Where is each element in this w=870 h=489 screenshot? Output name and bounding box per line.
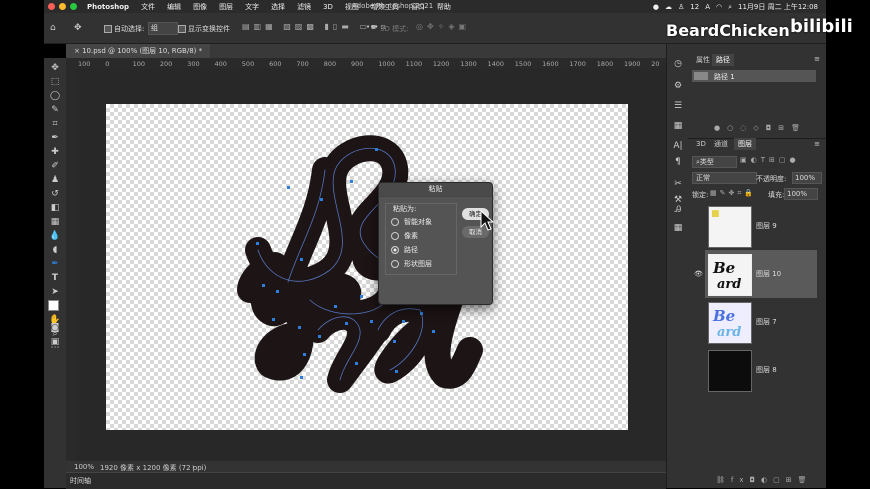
fill-input[interactable]: 100%	[784, 188, 818, 200]
layer-row-7[interactable]: Be ard 图层 7	[705, 298, 817, 346]
path-label: 路径	[404, 246, 418, 254]
layer-filter-value: 类型	[699, 158, 714, 166]
path-name: 路径 1	[714, 73, 735, 81]
layer-panel-actions[interactable]: ⛓fx◘◐▢⊞🗑	[716, 476, 813, 484]
svg-text:ard: ard	[717, 325, 741, 340]
tab-channels[interactable]: 通道	[710, 138, 732, 150]
pixels-radio[interactable]	[391, 232, 399, 240]
layer-7-thumb-art: Beard	[712, 307, 741, 340]
tab-3d[interactable]: 3D	[692, 138, 710, 150]
svg-text:Be: Be	[712, 259, 735, 277]
character-panel-icon[interactable]: A|	[672, 140, 684, 152]
lock-label: 锁定:	[692, 191, 709, 199]
dialog-title: 粘贴	[379, 183, 492, 197]
layer-row-10[interactable]: Be ard 图层 10	[705, 250, 817, 298]
tab-properties[interactable]: 属性	[692, 54, 714, 66]
timeline-panel: 时间轴	[66, 472, 666, 489]
table-panel-icon[interactable]: ▦	[672, 222, 684, 234]
layer-7-name: 图层 7	[756, 318, 777, 326]
layers-menu-icon[interactable]: ≡	[814, 140, 820, 148]
watermark-text: BeardChicken	[666, 21, 790, 40]
paths-panel: 属性 路径 ≡ 路径 1 ●○◌◇◘⊞🗑	[688, 44, 826, 139]
smart-object-radio[interactable]	[391, 218, 399, 226]
svg-text:Be: Be	[712, 307, 735, 325]
layer-10-thumbnail: Be ard	[708, 254, 752, 296]
smart-object-label: 智能对象	[404, 218, 432, 226]
layer-filter-icons[interactable]: ▣◐T⊞▢●	[740, 156, 800, 164]
zoom-level[interactable]: 100%	[74, 463, 94, 471]
bilibili-logo: bilibili	[790, 16, 853, 37]
fill-label: 填充:	[768, 191, 785, 199]
opacity-label: 不透明度:	[756, 175, 787, 183]
layer-8-thumbnail	[708, 350, 752, 392]
layer-10-thumb-art: Beard	[712, 259, 741, 292]
shape-layer-radio[interactable]	[391, 260, 399, 268]
paragraph-panel-icon[interactable]: ¶	[672, 156, 684, 168]
blend-mode-dropdown[interactable]: 正常	[692, 172, 757, 184]
layer-7-thumbnail: Be ard	[708, 302, 752, 344]
layer-filter-dropdown[interactable]: ⌕类型	[692, 156, 737, 168]
layer-row-8[interactable]: 图层 8	[705, 346, 817, 394]
tab-paths[interactable]: 路径	[712, 54, 734, 66]
layer-comps-icon[interactable]: ▦	[672, 120, 684, 132]
paste-as-label: 粘贴为:	[391, 204, 419, 214]
path-thumbnail	[694, 72, 708, 80]
layer-row-9[interactable]: ■ 图层 9	[705, 202, 817, 250]
option-pixels[interactable]: 像素	[391, 231, 418, 241]
glyphs-panel-icon[interactable]: Ꭿ	[672, 204, 684, 216]
opacity-input[interactable]: 100%	[792, 172, 822, 184]
layer-9-thumb-mark: ■	[711, 209, 720, 219]
shape-layer-label: 形状图层	[404, 260, 432, 268]
path-row[interactable]: 路径 1	[692, 70, 816, 82]
layer-8-name: 图层 8	[756, 366, 777, 374]
adjustments-panel-icon[interactable]: ⚙	[672, 80, 684, 92]
panel-icon-strip: ◷ ⚙ ☰ ▦ A| ¶ ✂ ⚒ Ꭿ ▦	[666, 44, 690, 488]
layer-10-name: 图层 10	[756, 270, 782, 278]
timeline-tab[interactable]: 时间轴	[70, 476, 91, 486]
paste-dialog: 粘贴 粘贴为: 智能对象 像素 路径 形状图层 确定 取消	[378, 182, 493, 305]
history-panel-icon[interactable]: ◷	[672, 58, 684, 70]
svg-text:ard: ard	[717, 277, 741, 292]
layer-9-name: 图层 9	[756, 222, 777, 230]
mouse-cursor-icon	[480, 210, 495, 231]
option-path[interactable]: 路径	[391, 245, 418, 255]
right-panels: 属性 路径 ≡ 路径 1 ●○◌◇◘⊞🗑 3D 通道 图层 ≡ ⌕类型 ▣◐T⊞…	[688, 44, 826, 488]
option-smart-object[interactable]: 智能对象	[391, 217, 432, 227]
tab-layers[interactable]: 图层	[734, 138, 756, 150]
path-radio[interactable]	[391, 246, 399, 254]
panel-menu-icon[interactable]: ≡	[814, 55, 820, 63]
eye-icon[interactable]: 👁	[694, 270, 703, 278]
lock-icons[interactable]: ▦✎✥⌗🔒	[710, 189, 756, 198]
option-shape-layer[interactable]: 形状图层	[391, 259, 432, 269]
doc-info-arrow-icon[interactable]: ›	[192, 463, 195, 471]
pixels-label: 像素	[404, 232, 418, 240]
status-bar: 100% 1920 像素 x 1200 像素 (72 ppi) ›	[66, 461, 666, 472]
tools-presets-icon[interactable]: ✂	[672, 178, 684, 190]
path-panel-actions[interactable]: ●○◌◇◘⊞🗑	[714, 124, 807, 132]
layer-9-thumbnail: ■	[708, 206, 752, 248]
properties-panel-icon[interactable]: ☰	[672, 100, 684, 112]
